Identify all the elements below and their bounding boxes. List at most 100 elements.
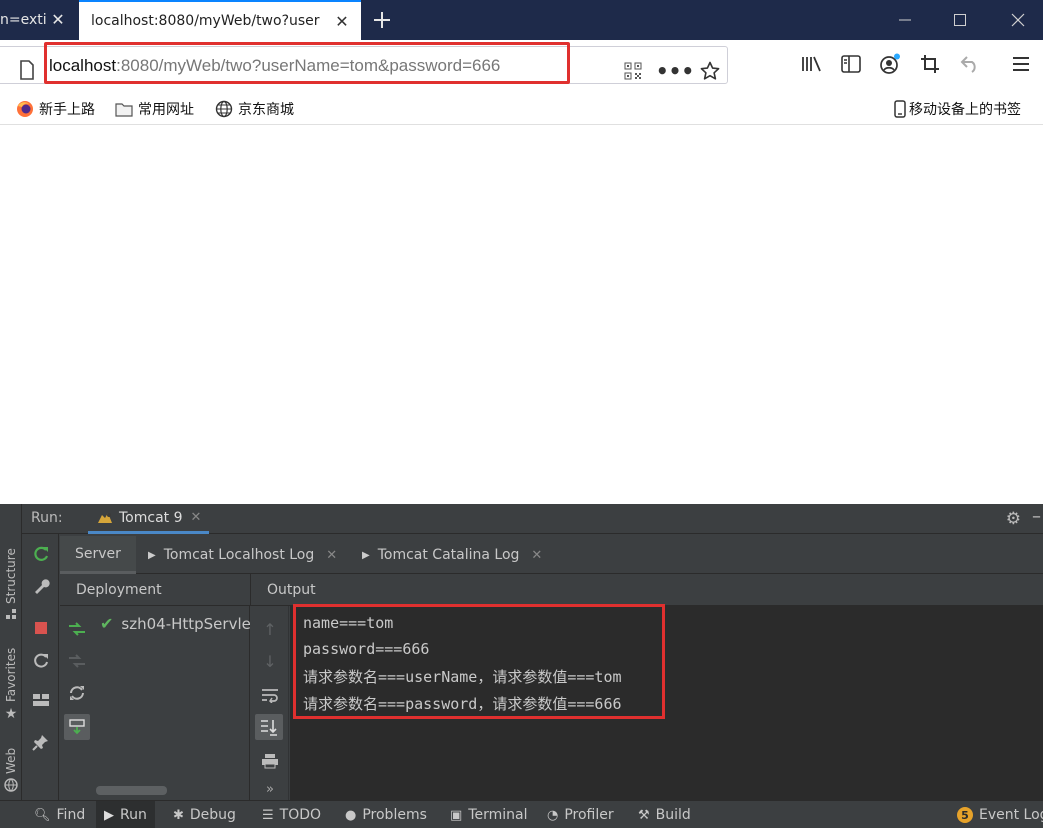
bookmarks-toolbar: 新手上路 常用网址 京东商城 移动设备上的书签: [0, 92, 1043, 125]
update-icon[interactable]: [66, 682, 88, 704]
tab-tomcat-catalina-log[interactable]: ▶ Tomcat Catalina Log ✕: [362, 536, 542, 574]
star-icon: ★: [3, 706, 19, 722]
build-tool-button[interactable]: ⚒ Build: [638, 801, 691, 828]
stop-icon[interactable]: [31, 618, 51, 638]
gear-icon[interactable]: ⚙: [1006, 509, 1021, 529]
event-log-button[interactable]: 5 Event Log: [957, 801, 1043, 828]
close-icon[interactable]: ✕: [326, 548, 337, 563]
output-highlight-box: [293, 604, 665, 719]
scroll-to-end-icon[interactable]: [255, 714, 283, 740]
browser-tab-active[interactable]: localhost:8080/myWeb/two?user ✕: [79, 0, 361, 40]
hide-panel-icon[interactable]: –: [1032, 506, 1041, 527]
tab-title: localhost:8080/myWeb/two?user: [91, 13, 320, 29]
page-icon: [20, 60, 34, 80]
show-output-icon[interactable]: [64, 714, 90, 740]
web-icon: [4, 778, 18, 792]
tab-tomcat-localhost-log[interactable]: ▶ Tomcat Localhost Log ✕: [148, 536, 337, 574]
close-icon[interactable]: ✕: [191, 510, 202, 525]
log-icon: ▶: [362, 549, 370, 561]
tab-label: Tomcat Catalina Log: [377, 547, 520, 563]
favorites-tool-tab[interactable]: ★ Favorites: [2, 636, 20, 722]
log-icon: ▶: [148, 549, 156, 561]
pin-icon[interactable]: [31, 732, 51, 752]
output-header-label: Output: [267, 581, 316, 598]
favorites-label: Favorites: [4, 647, 18, 702]
close-icon[interactable]: ✕: [531, 548, 542, 563]
profiler-tool-button[interactable]: ◔ Profiler: [547, 801, 614, 828]
bookmark-folder[interactable]: 常用网址: [115, 98, 194, 120]
qr-code-icon[interactable]: [621, 59, 645, 83]
todo-tool-button[interactable]: ☰ TODO: [262, 801, 321, 828]
wrench-icon[interactable]: [31, 576, 51, 596]
event-log-label: Event Log: [979, 807, 1043, 823]
close-icon: [1011, 13, 1025, 27]
mobile-bookmarks[interactable]: 移动设备上的书签: [894, 98, 1021, 120]
close-icon[interactable]: ✕: [49, 10, 67, 29]
page-content: [0, 126, 1043, 504]
problems-tool-button[interactable]: ● Problems: [345, 801, 427, 828]
browser-tab-bar: n=exti ✕ localhost:8080/myWeb/two?user ✕: [0, 0, 1043, 40]
deployment-item[interactable]: ✔ szh04-HttpServlet: [100, 614, 250, 633]
tomcat-icon: [98, 512, 112, 523]
sidebar-icon[interactable]: [839, 52, 863, 76]
hamburger-menu-icon[interactable]: [1009, 52, 1033, 76]
mobile-bookmarks-label: 移动设备上的书签: [909, 102, 1021, 118]
run-label: Run:: [31, 510, 63, 526]
tool-label: Debug: [189, 807, 236, 823]
horizontal-scrollbar[interactable]: [96, 786, 167, 795]
tab-label: Server: [75, 545, 121, 562]
plus-icon: [374, 12, 390, 28]
layout-icon[interactable]: [31, 690, 51, 710]
bookmark-label: 常用网址: [138, 102, 194, 118]
more-icon[interactable]: »: [259, 778, 281, 800]
bookmark-item[interactable]: 京东商城: [215, 98, 294, 120]
arrow-up-icon[interactable]: ↑: [259, 618, 281, 640]
deployment-header-label: Deployment: [76, 581, 162, 598]
deploy-icon[interactable]: [66, 618, 88, 640]
terminal-tool-button[interactable]: ▣ Terminal: [450, 801, 527, 828]
tool-window-bar: 🔍︎ Find ▶ Run ✱ Debug ☰ TODO ● Problems …: [0, 800, 1043, 828]
tab-server[interactable]: Server: [60, 536, 136, 574]
tab-tomcat-9[interactable]: Tomcat 9 ✕: [88, 504, 210, 534]
rerun-icon[interactable]: [31, 544, 51, 564]
maximize-button[interactable]: [935, 0, 985, 40]
tool-label: Run: [120, 807, 147, 823]
check-icon: ✔: [100, 614, 114, 633]
account-icon[interactable]: [878, 52, 902, 76]
web-tool-tab[interactable]: Web: [2, 734, 20, 792]
profiler-icon: ◔: [547, 807, 559, 823]
crop-screenshot-icon[interactable]: [918, 52, 942, 76]
hammer-icon: ⚒: [638, 807, 650, 823]
close-window-button[interactable]: [993, 0, 1043, 40]
tab-title: n=exti: [0, 12, 46, 28]
browser-tab-inactive[interactable]: n=exti ✕: [0, 0, 79, 40]
folder-icon: [115, 103, 133, 117]
arrow-down-icon[interactable]: ↓: [259, 650, 281, 672]
tool-label: TODO: [279, 807, 322, 823]
bookmark-label: 京东商城: [238, 102, 294, 118]
tool-label: Terminal: [468, 807, 528, 823]
more-actions-icon[interactable]: •••: [656, 59, 694, 83]
structure-tool-tab[interactable]: Structure: [2, 530, 20, 620]
server-subtabs: Server ▶ Tomcat Localhost Log ✕ ▶ Tomcat…: [60, 536, 1043, 574]
run-tool-button[interactable]: ▶ Run: [96, 801, 155, 828]
run-icon: ▶: [104, 807, 114, 823]
close-icon[interactable]: ✕: [333, 12, 351, 31]
url-highlight-box: [44, 42, 570, 84]
tool-label: Profiler: [564, 807, 614, 823]
maximize-icon: [954, 14, 966, 26]
undo-icon[interactable]: [958, 52, 982, 76]
bookmark-star-icon[interactable]: [698, 59, 722, 83]
debug-tool-button[interactable]: ✱ Debug: [173, 801, 236, 828]
firefox-icon: [17, 101, 33, 117]
soft-wrap-icon[interactable]: [259, 684, 281, 706]
minimize-icon: [899, 19, 911, 21]
refresh-icon[interactable]: [31, 650, 51, 670]
bookmark-item[interactable]: 新手上路: [16, 98, 95, 120]
minimize-button[interactable]: [880, 0, 930, 40]
new-tab-button[interactable]: [366, 4, 398, 36]
find-tool-button[interactable]: 🔍︎ Find: [34, 801, 85, 828]
structure-icon: [6, 609, 16, 619]
library-icon[interactable]: [800, 52, 824, 76]
print-icon[interactable]: [259, 750, 281, 772]
